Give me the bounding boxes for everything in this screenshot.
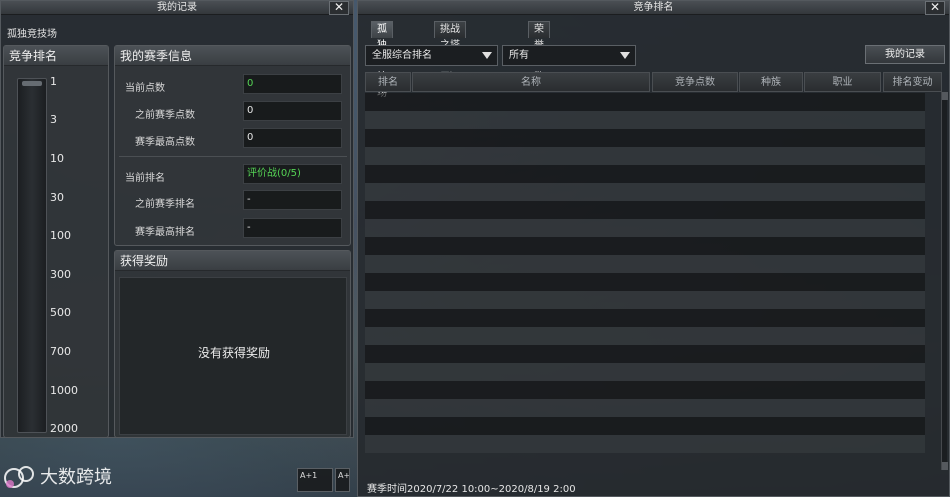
prev-season-points-label: 之前赛季点数 [135,110,195,121]
close-button[interactable]: ✕ [925,1,945,15]
table-row[interactable] [365,363,925,381]
info-divider [119,156,347,157]
rank-tier-label: 30 [50,191,64,204]
arena-mode-label: 孤独竞技场 [7,29,57,40]
rank-progress-track [17,78,47,433]
hotkey-slot[interactable]: A+1 [297,468,333,492]
chevron-down-icon [620,52,630,59]
ranking-window: 竞争排名 ✕ 孤独竞技场 挑战之塔（中层） 荣誉点数 全服综合排名 所有 我的记… [357,0,950,497]
tab-challenge-tower[interactable]: 挑战之塔（中层） [434,21,466,83]
rank-tier-label: 1000 [50,384,78,397]
rank-tier-label: 100 [50,229,71,242]
server-filter-dropdown[interactable]: 全服综合排名 [365,45,498,66]
table-row[interactable] [365,255,925,273]
table-row[interactable] [365,273,925,291]
rank-tier-label: 2000 [50,422,78,435]
season-high-rank-value: - [243,218,342,238]
season-high-rank-label: 赛季最高排名 [135,227,195,238]
class-filter-value: 所有 [509,50,529,61]
chevron-down-icon [482,52,492,59]
class-filter-dropdown[interactable]: 所有 [502,45,636,66]
table-row[interactable] [365,435,925,453]
my-record-button[interactable]: 我的记录 [865,45,945,64]
table-row[interactable] [365,129,925,147]
rewards-empty-text: 没有获得奖励 [197,346,270,360]
my-record-titlebar[interactable]: 我的记录 ✕ [1,1,353,15]
season-high-points-value: 0 [243,128,342,148]
current-rank-value: 评价战(0/5) [243,164,342,184]
column-header-class[interactable]: 职业 [804,72,881,92]
my-record-window: 我的记录 ✕ 孤独竞技场 竞争排名 1 3 10 30 100 300 500 … [0,0,354,438]
rewards-panel: 获得奖励 没有获得奖励 [114,250,351,438]
rank-tier-label: 3 [50,113,57,126]
rank-tier-label: 1 [50,75,57,88]
table-row[interactable] [365,345,925,363]
ranking-table: 排名 名称 竞争点数 种族 职业 排名变动 [365,72,942,462]
table-row[interactable] [365,147,925,165]
column-header-rank-change[interactable]: 排名变动 [883,72,942,92]
hotkey-slot[interactable]: A+2 [335,468,350,492]
table-row[interactable] [365,417,925,435]
current-points-label: 当前点数 [125,83,165,94]
column-header-name[interactable]: 名称 [412,72,650,92]
tab-solo-arena[interactable]: 孤独竞技场 [371,21,393,99]
rank-tier-label: 500 [50,306,71,319]
rank-progress-marker [22,81,42,86]
rank-ladder-panel: 竞争排名 1 3 10 30 100 300 500 700 1000 2000 [3,45,109,438]
column-header-points[interactable]: 竞争点数 [652,72,738,92]
my-record-title: 我的记录 [157,2,197,13]
scroll-down-icon[interactable] [942,462,948,470]
table-row[interactable] [365,165,925,183]
column-header-rank[interactable]: 排名 [365,72,411,92]
ranking-title: 竞争排名 [633,2,674,13]
watermark-text: 大数跨境 [40,467,112,488]
table-row[interactable] [365,309,925,327]
close-button[interactable]: ✕ [329,1,349,15]
table-row[interactable] [365,399,925,417]
table-scrollbar[interactable] [941,92,948,470]
table-header: 排名 名称 竞争点数 种族 职业 排名变动 [365,72,942,92]
current-rank-label: 当前排名 [125,173,165,184]
season-time-text: 赛季时间2020/7/22 10:00~2020/8/19 2:00 [367,484,576,495]
current-points-value: 0 [243,74,342,94]
table-row[interactable] [365,183,925,201]
table-row[interactable] [365,219,925,237]
season-info-title: 我的赛季信息 [115,46,350,66]
server-filter-value: 全服综合排名 [372,50,432,61]
prev-season-rank-label: 之前赛季排名 [135,199,195,210]
rewards-title: 获得奖励 [115,251,350,271]
brand-logo-icon [4,462,38,490]
table-row[interactable] [365,201,925,219]
table-row[interactable] [365,93,925,111]
rewards-list: 没有获得奖励 [119,277,347,435]
table-row[interactable] [365,291,925,309]
table-row[interactable] [365,237,925,255]
rank-ladder-title: 竞争排名 [4,46,108,66]
season-info-panel: 我的赛季信息 当前点数 0 之前赛季点数 0 赛季最高点数 0 当前排名 评价战… [114,45,351,246]
ranking-titlebar[interactable]: 竞争排名 ✕ [358,1,949,15]
scroll-up-icon[interactable] [942,92,948,100]
season-high-points-label: 赛季最高点数 [135,137,195,148]
table-row[interactable] [365,327,925,345]
column-header-race[interactable]: 种族 [739,72,803,92]
rank-tier-label: 700 [50,345,71,358]
watermark: 大数跨境 [4,462,112,490]
table-row[interactable] [365,111,925,129]
tab-honor-points[interactable]: 荣誉点数 [528,21,550,83]
rank-tier-label: 300 [50,268,71,281]
rank-tier-label: 10 [50,152,64,165]
prev-season-rank-value: - [243,190,342,210]
prev-season-points-value: 0 [243,101,342,121]
table-row[interactable] [365,381,925,399]
